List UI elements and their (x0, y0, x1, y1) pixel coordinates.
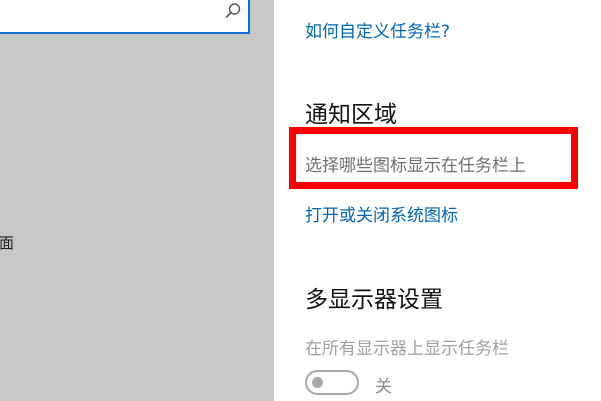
toggle-knob (312, 377, 323, 388)
notification-area-heading: 通知区域 (305, 102, 397, 128)
customize-taskbar-link[interactable]: 如何自定义任务栏? (305, 17, 450, 42)
search-icon[interactable] (224, 2, 242, 20)
search-box[interactable] (0, 0, 250, 34)
search-input[interactable] (4, 2, 218, 26)
system-icons-link[interactable]: 打开或关闭系统图标 (305, 201, 458, 226)
show-on-all-displays-toggle[interactable] (305, 370, 359, 395)
sidebar: 面 (0, 0, 274, 401)
show-on-all-displays-label: 在所有显示器上显示任务栏 (305, 339, 509, 359)
sidebar-item-label[interactable]: 面 (0, 232, 14, 253)
toggle-state-label: 关 (375, 377, 392, 397)
multi-display-heading: 多显示器设置 (305, 287, 443, 313)
select-icons-link[interactable]: 选择哪些图标显示在任务栏上 (305, 151, 526, 176)
